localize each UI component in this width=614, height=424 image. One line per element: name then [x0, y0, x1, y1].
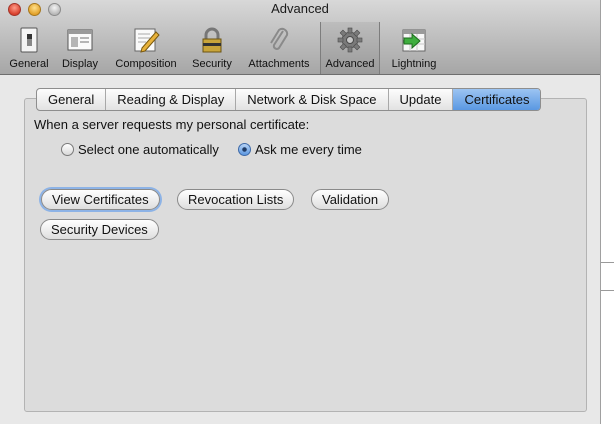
tab-bar: General Reading & Display Network & Disk… [36, 88, 542, 111]
tab-reading-display[interactable]: Reading & Display [106, 89, 237, 110]
tab-certificates[interactable]: Certificates [453, 89, 541, 110]
toolbar-item-advanced[interactable]: Advanced [320, 22, 380, 74]
toolbar-label-attachments: Attachments [248, 58, 310, 70]
view-certificates-button[interactable]: View Certificates [41, 189, 160, 210]
radio-label-auto: Select one automatically [78, 142, 219, 157]
preferences-window: Advanced General Display Composition Sec… [0, 0, 601, 424]
window-title: Advanced [271, 1, 329, 16]
radio-button[interactable] [61, 143, 74, 156]
display-window-icon [67, 29, 93, 51]
tab-general[interactable]: General [37, 89, 107, 110]
divider-line [601, 290, 614, 291]
toolbar-item-lightning[interactable]: Lightning [384, 22, 444, 74]
tab-update[interactable]: Update [389, 89, 454, 110]
pencil-icon [134, 28, 160, 53]
radio-button-selected[interactable] [238, 143, 251, 156]
toolbar-label-display: Display [61, 58, 99, 70]
gear-icon [337, 27, 363, 53]
toolbar-label-security: Security [192, 58, 232, 70]
paperclip-icon [270, 27, 289, 50]
toolbar-label-advanced: Advanced [325, 58, 375, 70]
toolbar-item-general[interactable]: General [4, 22, 54, 74]
background-window-edge [601, 0, 614, 424]
calendar-icon [402, 29, 426, 52]
radio-ask-every-time[interactable]: Ask me every time [238, 142, 362, 157]
toolbar-label-composition: Composition [115, 58, 177, 70]
toolbar-item-composition[interactable]: Composition [108, 22, 184, 74]
toolbar-label-lightning: Lightning [391, 58, 437, 70]
tab-network-disk-space[interactable]: Network & Disk Space [236, 89, 389, 110]
security-devices-button[interactable]: Security Devices [40, 219, 159, 240]
toolbar-item-display[interactable]: Display [56, 22, 104, 74]
certificate-prompt-label: When a server requests my personal certi… [34, 117, 310, 132]
radio-label-ask: Ask me every time [255, 142, 362, 157]
validation-button[interactable]: Validation [311, 189, 390, 210]
toolbar-item-attachments[interactable]: Attachments [242, 22, 316, 74]
toolbar-label-general: General [9, 58, 49, 70]
padlock-icon [202, 27, 222, 53]
revocation-lists-button[interactable]: Revocation Lists [177, 189, 295, 210]
toolbar-item-security[interactable]: Security [188, 22, 236, 74]
toolbar: Advanced General Display Composition Sec… [0, 0, 600, 75]
radio-select-automatically[interactable]: Select one automatically [61, 142, 219, 157]
general-switch-icon [20, 27, 38, 53]
divider-line [601, 262, 614, 263]
